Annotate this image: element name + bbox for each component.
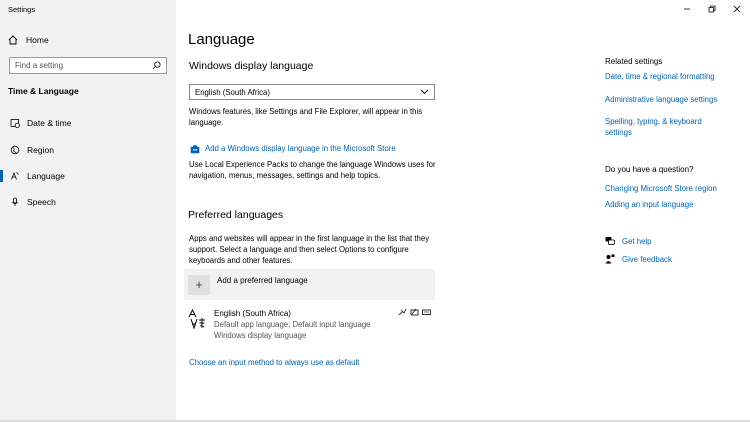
- sidebar-item-label: Speech: [27, 197, 56, 207]
- sidebar: Settings Home Find a setting Time & Lang…: [0, 0, 176, 422]
- sidebar-item-language[interactable]: Language: [0, 166, 176, 186]
- main-content: Language Windows display language Englis…: [176, 0, 750, 422]
- dropdown-value: English (South Africa): [195, 87, 270, 97]
- clock-icon: [10, 118, 20, 128]
- keyboard-capability-icon: [422, 308, 431, 316]
- language-features-line2: Windows display language: [214, 331, 307, 340]
- input-method-link[interactable]: Choose an input method to always use as …: [189, 358, 359, 367]
- search-icon[interactable]: [151, 61, 161, 71]
- sidebar-item-label: Date & time: [27, 118, 72, 128]
- language-capabilities: [398, 308, 431, 316]
- chevron-down-icon: [420, 88, 429, 97]
- related-settings-heading: Related settings: [605, 57, 663, 66]
- language-glyph-icon: [188, 308, 206, 330]
- window-title: Settings: [8, 5, 36, 14]
- question-link-input-language[interactable]: Adding an input language: [605, 199, 735, 210]
- store-link[interactable]: Add a Windows display language in the Mi…: [189, 143, 396, 154]
- question-link-store-region[interactable]: Changing Microsoft Store region: [605, 183, 735, 194]
- language-list-item[interactable]: English (South Africa) Default app langu…: [188, 307, 435, 343]
- add-language-button[interactable]: + Add a preferred language: [184, 269, 435, 300]
- preferred-languages-description: Apps and websites will appear in the fir…: [189, 234, 430, 265]
- store-description: Use Local Experience Packs to change the…: [189, 160, 436, 180]
- search-input[interactable]: Find a setting: [9, 57, 167, 74]
- store-icon: [189, 143, 200, 154]
- feedback-person-icon: [605, 254, 615, 264]
- related-link-spelling-typing[interactable]: Spelling, typing, & keyboard settings: [605, 116, 715, 138]
- give-feedback-label: Give feedback: [622, 254, 672, 264]
- language-icon: [10, 171, 20, 181]
- language-name: English (South Africa): [214, 309, 291, 318]
- home-nav-item[interactable]: Home: [8, 34, 49, 46]
- page-title: Language: [188, 31, 255, 48]
- section-title: Time & Language: [8, 86, 79, 96]
- search-placeholder: Find a setting: [15, 61, 64, 70]
- related-link-admin-language[interactable]: Administrative language settings: [605, 94, 735, 105]
- handwriting-capability-icon: [410, 308, 419, 316]
- display-language-dropdown[interactable]: English (South Africa): [189, 84, 435, 100]
- sidebar-item-label: Language: [27, 171, 65, 181]
- sidebar-item-region[interactable]: Region: [0, 140, 176, 160]
- preferred-languages-heading: Preferred languages: [188, 209, 284, 221]
- chat-help-icon: [605, 236, 615, 246]
- display-language-heading: Windows display language: [189, 60, 314, 72]
- display-language-description: Windows features, like Settings and File…: [189, 107, 423, 127]
- related-link-date-time-format[interactable]: Date, time & regional formatting: [605, 71, 735, 82]
- plus-icon: +: [188, 274, 210, 295]
- add-language-label: Add a preferred language: [217, 276, 308, 285]
- home-icon: [8, 35, 18, 45]
- sidebar-item-speech[interactable]: Speech: [0, 192, 176, 212]
- language-features-line1: Default app language; Default input lang…: [214, 320, 371, 329]
- store-link-label: Add a Windows display language in the Mi…: [205, 144, 396, 153]
- sidebar-item-label: Region: [27, 145, 54, 155]
- globe-icon: [10, 145, 20, 155]
- get-help-label: Get help: [622, 236, 652, 246]
- give-feedback-link[interactable]: Give feedback: [605, 254, 672, 264]
- get-help-link[interactable]: Get help: [605, 236, 651, 246]
- sidebar-item-date-time[interactable]: Date & time: [0, 113, 176, 133]
- question-heading: Do you have a question?: [605, 165, 694, 174]
- home-label: Home: [26, 35, 49, 45]
- speech-capability-icon: [398, 308, 407, 316]
- microphone-icon: [10, 197, 20, 207]
